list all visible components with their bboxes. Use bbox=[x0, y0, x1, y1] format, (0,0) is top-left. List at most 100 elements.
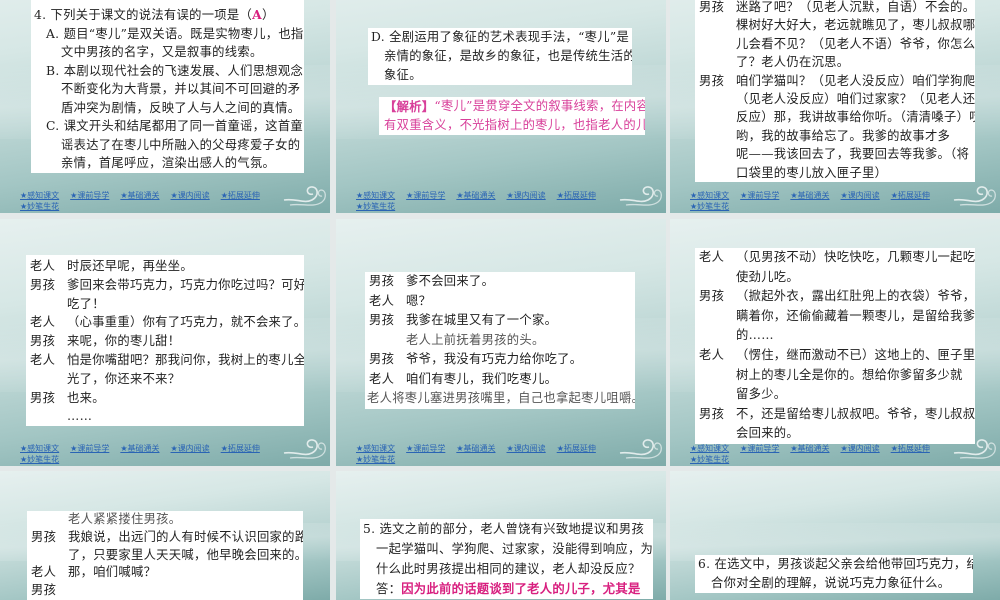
nav-link[interactable]: ★拓展延伸 bbox=[891, 190, 930, 201]
answer-text: A bbox=[252, 7, 262, 22]
nav-link[interactable]: ★感知课文 bbox=[20, 190, 59, 201]
text-line: 老人将枣儿塞进男孩嘴里，自己也拿起枣儿咀嚼。 bbox=[365, 389, 635, 409]
text-line: 答： 因为此前的话题谈到了老人的儿子，尤其是 bbox=[360, 579, 653, 599]
nav-link[interactable]: ★感知课文 bbox=[690, 190, 729, 201]
line-text: C. 课文开头和结尾都用了同一首童谣，这首童 bbox=[46, 119, 304, 133]
line-text: 我娘说，出远门的人有时候不认识回家的路 bbox=[68, 529, 303, 544]
slide-thumbnail[interactable]: 老人紧紧搂住男孩。 男孩 我娘说，出远门的人有时候不认识回家的路 了，只要家里人天天喊… bbox=[0, 471, 330, 600]
nav-link[interactable]: ★拓展延伸 bbox=[557, 443, 596, 454]
nav-link[interactable]: ★妙笔生花 bbox=[690, 454, 729, 465]
speaker-label: 老人 bbox=[369, 371, 395, 386]
nav-link[interactable]: ★感知课文 bbox=[20, 443, 59, 454]
nav-link[interactable]: ★基础通关 bbox=[456, 443, 495, 454]
nav-link[interactable]: ★妙笔生花 bbox=[356, 201, 395, 212]
slide-thumbnail[interactable]: 6. 在选文中，男孩谈起父亲会给他带回巧克力，结 合你对全剧的理解，说说巧克力象征… bbox=[670, 471, 1000, 600]
nav-link[interactable]: ★课前导学 bbox=[406, 443, 445, 454]
speaker-label: 男孩 bbox=[369, 352, 395, 366]
line-text: B. 本剧以现代社会的飞速发展、人们思想观念的 bbox=[46, 63, 304, 78]
slide-text-box: 男孩 迷路了吧？（见老人沉默，自语）不会的。这 棵树好大好大，老远就瞧见了，枣儿叔叔… bbox=[695, 0, 975, 182]
nav-link[interactable]: ★感知课文 bbox=[356, 190, 395, 201]
text-line: 男孩 不，还是留给枣儿叔叔吧。爷爷，枣儿叔叔 bbox=[695, 405, 975, 425]
slide-nav-links: ★感知课文 ★课前导学 ★基础通关 ★课内阅读 ★拓展延伸 ★妙笔生花 bbox=[356, 190, 616, 212]
line-text: 象征。 bbox=[384, 68, 422, 82]
text-line: 男孩 迷路了吧？（见老人沉默，自语）不会的。这 bbox=[695, 0, 975, 16]
line-text: 树上的枣儿全是你的。想给你爹留多少就 bbox=[736, 367, 963, 382]
text-line: 口袋里的枣儿放入匣子里） bbox=[695, 164, 975, 182]
line-text: 盾冲突为剧情，反映了人与人之间的真情。 bbox=[61, 100, 301, 115]
nav-link[interactable]: ★课内阅读 bbox=[171, 443, 210, 454]
nav-link[interactable]: ★基础通关 bbox=[120, 190, 159, 201]
nav-link[interactable]: ★课内阅读 bbox=[841, 190, 880, 201]
nav-link[interactable]: ★拓展延伸 bbox=[891, 443, 930, 454]
nav-link[interactable]: ★课内阅读 bbox=[841, 443, 880, 454]
speaker-label: 男孩 bbox=[699, 0, 725, 14]
slide-text-box: 4. 下列关于课文的说法有误的一项是（ A ） A. 题目“枣儿”是双关语。既是实… bbox=[31, 0, 304, 173]
line-text: 不，还是留给枣儿叔叔吧。爷爷，枣儿叔叔 bbox=[736, 406, 975, 421]
nav-link[interactable]: ★妙笔生花 bbox=[20, 454, 59, 465]
text-span: 4. 下列关于课文的说法有误的一项是（ bbox=[34, 8, 253, 22]
slide-nav-links: ★感知课文 ★课前导学 ★基础通关 ★课内阅读 ★拓展延伸 ★妙笔生花 bbox=[356, 443, 616, 465]
line-text: 咱们有枣儿，我们吃枣儿。 bbox=[406, 371, 558, 386]
slide-thumbnail[interactable]: 男孩 迷路了吧？（见老人沉默，自语）不会的。这 棵树好大好大，老远就瞧见了，枣儿叔叔… bbox=[670, 0, 1000, 213]
speaker-label: 老人 bbox=[699, 250, 725, 264]
line-text: 的…… bbox=[736, 328, 774, 343]
nav-link[interactable]: ★基础通关 bbox=[790, 190, 829, 201]
line-text: 吃了！ bbox=[67, 296, 105, 311]
nav-link[interactable]: ★感知课文 bbox=[690, 443, 729, 454]
line-text: 也来。 bbox=[67, 390, 105, 405]
speaker-label: 老人 bbox=[30, 352, 56, 367]
slide-thumbnail[interactable]: 5. 选文之前的部分，老人曾饶有兴致地提议和男孩 一起学猫叫、学狗爬、过家家，没能… bbox=[336, 471, 666, 600]
text-line: 有双重含义，不光指树上的枣儿，也指老人的儿子。 bbox=[379, 116, 645, 135]
nav-link[interactable]: ★妙笔生花 bbox=[20, 201, 59, 212]
nav-link[interactable]: ★课前导学 bbox=[70, 443, 109, 454]
nav-link[interactable]: ★课内阅读 bbox=[507, 443, 546, 454]
line-text: 时辰还早呢，再坐坐。 bbox=[67, 259, 193, 273]
nav-link[interactable]: ★感知课文 bbox=[356, 443, 395, 454]
nav-link[interactable]: ★拓展延伸 bbox=[557, 190, 596, 201]
slide-thumbnail[interactable]: D. 全剧运用了象征的艺术表现手法，“枣儿”是 亲情的象征，是故乡的象征，也是传统… bbox=[336, 0, 666, 213]
nav-link[interactable]: ★课前导学 bbox=[406, 190, 445, 201]
swirl-decoration-icon bbox=[618, 178, 664, 210]
line-text: （见男孩不动）快吃快吃，几颗枣儿一起吃， bbox=[736, 250, 975, 264]
slide-nav-links: ★感知课文 ★课前导学 ★基础通关 ★课内阅读 ★拓展延伸 ★妙笔生花 bbox=[20, 443, 280, 465]
speaker-label: 男孩 bbox=[699, 289, 725, 304]
line-text: 迷路了吧？（见老人沉默，自语）不会的。这 bbox=[736, 0, 975, 14]
nav-link[interactable]: ★妙笔生花 bbox=[690, 201, 729, 212]
text-line: C. 课文开头和结尾都用了同一首童谣，这首童 bbox=[31, 117, 304, 136]
line-text: （愣住，继而激动不已）这地上的、匣子里的、 bbox=[736, 347, 975, 362]
nav-link[interactable]: ★基础通关 bbox=[120, 443, 159, 454]
text-line: 男孩 来呢，你的枣儿甜！ bbox=[26, 332, 304, 351]
nav-link[interactable]: ★拓展延伸 bbox=[221, 443, 260, 454]
line-text: …… bbox=[67, 409, 93, 424]
text-line: 老人上前抚着男孩的头。 bbox=[365, 331, 635, 351]
slide-text-box: 【解析】“枣儿”是贯穿全文的叙事线索，在内容上具有双重含义，不光指树上的枣儿，也… bbox=[379, 97, 645, 135]
slide-thumbnail[interactable]: 老人 （见男孩不动）快吃快吃，几颗枣儿一起吃， 使劲儿吃。 男孩 （掀起外衣，露出红肚兜… bbox=[670, 219, 1000, 466]
slide-text-box: D. 全剧运用了象征的艺术表现手法，“枣儿”是 亲情的象征，是故乡的象征，也是传统… bbox=[368, 28, 632, 85]
text-line: 男孩 bbox=[27, 582, 303, 600]
nav-link[interactable]: ★基础通关 bbox=[790, 443, 829, 454]
slide-thumbnail[interactable]: 男孩 爹不会回来了。 老人 嗯？ 男孩 我爹在城里又有了一个家。 老人上前抚着男孩的头。 男孩… bbox=[336, 219, 666, 466]
nav-link[interactable]: ★课前导学 bbox=[740, 443, 779, 454]
nav-link[interactable]: ★课内阅读 bbox=[171, 190, 210, 201]
text-line: 男孩 爷爷，我没有巧克力给你吃了。 bbox=[365, 350, 635, 370]
text-line: 的…… bbox=[695, 326, 975, 346]
line-text: 什么此时男孩提出相同的建议，老人却没反应？ bbox=[376, 562, 641, 576]
line-text: 亲情的象征，是故乡的象征，也是传统生活的 bbox=[384, 49, 632, 63]
nav-link[interactable]: ★基础通关 bbox=[456, 190, 495, 201]
slide-text-box: 男孩 爹不会回来了。 老人 嗯？ 男孩 我爹在城里又有了一个家。 老人上前抚着男孩的头。 男孩… bbox=[365, 272, 635, 409]
slide-thumbnail[interactable]: 老人 时辰还早呢，再坐坐。 男孩 爹回来会带巧克力，巧克力你吃过吗？可好 吃了！ 老人 （心… bbox=[0, 219, 330, 466]
nav-link[interactable]: ★拓展延伸 bbox=[221, 190, 260, 201]
text-line: 象征。 bbox=[368, 66, 632, 85]
slide-thumbnail[interactable]: 4. 下列关于课文的说法有误的一项是（ A ） A. 题目“枣儿”是双关语。既是实… bbox=[0, 0, 330, 213]
nav-link[interactable]: ★课前导学 bbox=[740, 190, 779, 201]
text-line: 谣表达了在枣儿中所融入的父母疼爱子女的 bbox=[31, 136, 304, 155]
nav-link[interactable]: ★课内阅读 bbox=[507, 190, 546, 201]
text-span: 答： bbox=[376, 582, 402, 596]
speaker-label: 男孩 bbox=[31, 529, 57, 544]
swirl-decoration-icon bbox=[952, 178, 998, 210]
nav-link[interactable]: ★课前导学 bbox=[70, 190, 109, 201]
speaker-label: 男孩 bbox=[30, 334, 56, 349]
nav-link[interactable]: ★妙笔生花 bbox=[356, 454, 395, 465]
line-text: 会回来的。 bbox=[736, 426, 799, 441]
speaker-label: 男孩 bbox=[30, 277, 56, 292]
